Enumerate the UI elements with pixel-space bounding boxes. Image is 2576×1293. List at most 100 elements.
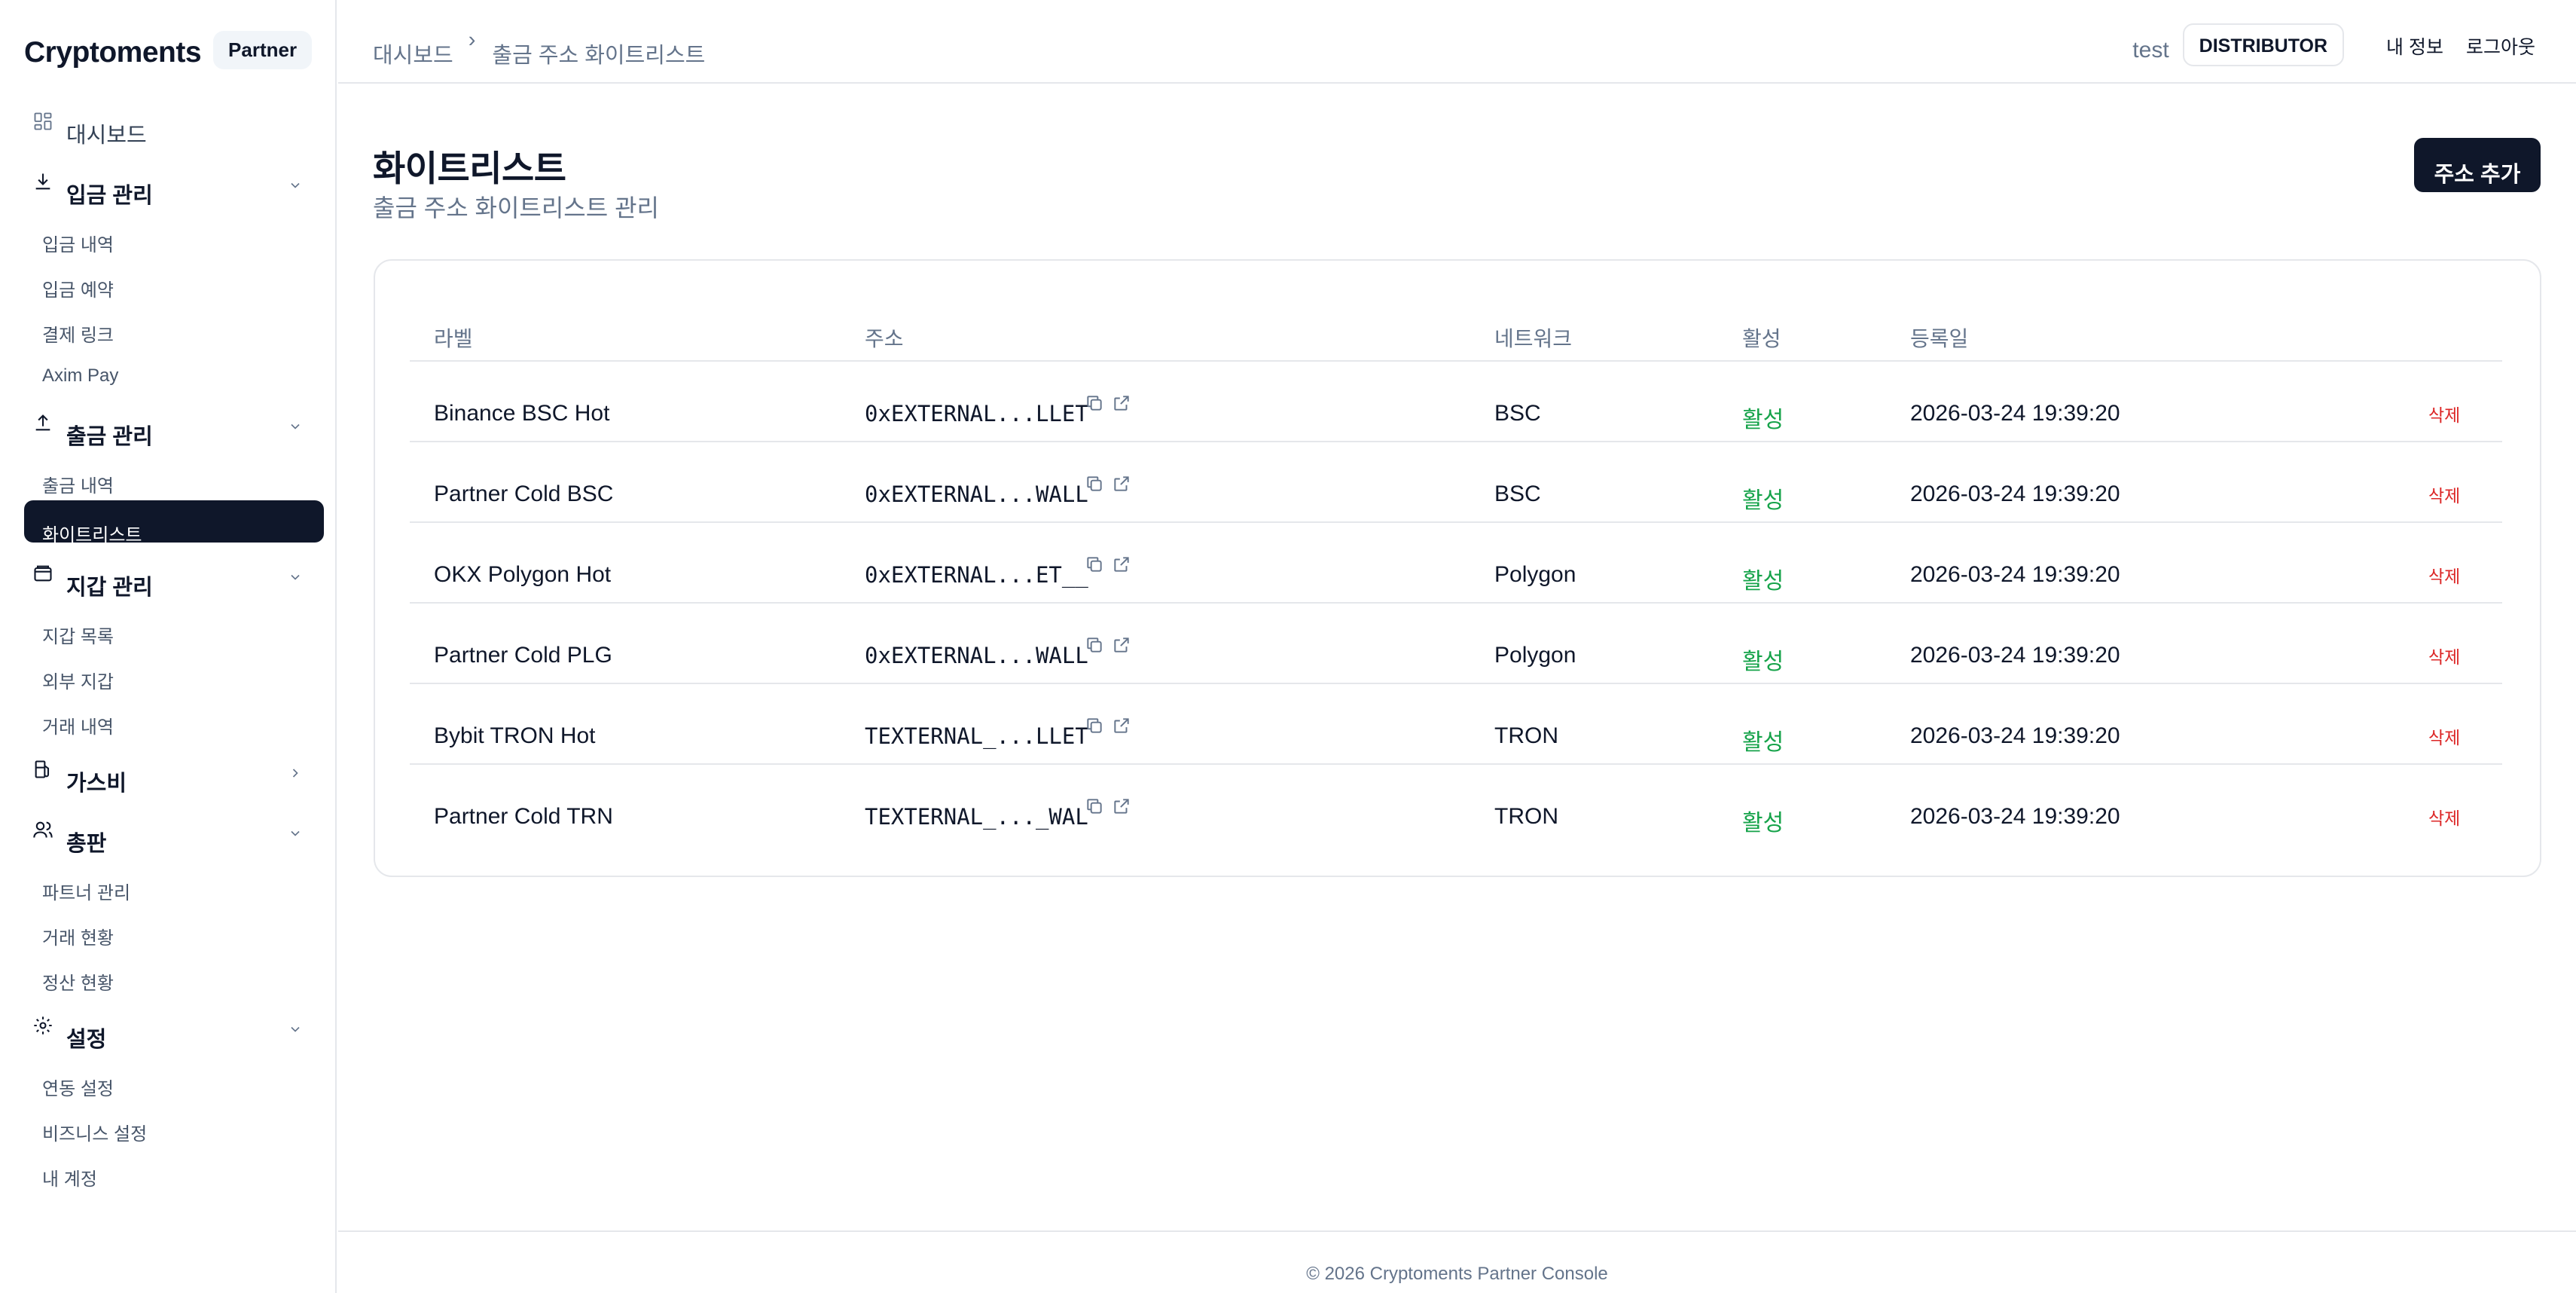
wallet-icon [30,561,56,586]
header-user-area: test DISTRIBUTOR 내 정보 로그아웃 [2132,23,2535,66]
copy-icon[interactable] [1083,392,1106,414]
table-row: Partner Cold TRN TEXTERNAL_..._WAL TRON 활성 2… [410,765,2502,845]
add-address-button[interactable]: 주소 추가 [2414,138,2541,192]
sidebar-group-gas[interactable]: 가스비 [0,753,337,799]
cell-registered: 2026-03-24 19:39:20 [1910,723,2120,748]
sidebar-group-label: 출금 관리 [66,425,153,449]
column-header-registered: 등록일 [1910,327,1969,350]
sidebar-item-label: 내 계정 [42,1169,97,1190]
table-header: 라벨 주소 네트워크 활성 등록일 [410,322,2502,362]
sidebar-item-label: Axim Pay [42,365,119,386]
cell-registered: 2026-03-24 19:39:20 [1910,804,2120,829]
external-link-icon[interactable] [1110,472,1133,495]
status-badge: 활성 [1742,569,1784,594]
logout-link[interactable]: 로그아웃 [2466,32,2535,60]
copy-icon[interactable] [1083,634,1106,656]
sidebar-item-deposit-history[interactable]: 입금 내역 [24,221,324,263]
copy-icon[interactable] [1083,553,1106,576]
sidebar: Cryptoments Partner 대시보드 입금 관리 입금 내역 입금 … [0,0,337,1293]
download-icon [30,169,56,194]
delete-button[interactable]: 삭제 [2428,643,2460,668]
sidebar-item-my-account[interactable]: 내 계정 [24,1155,324,1197]
dashboard-grid-icon [30,109,56,134]
chevron-down-icon[interactable] [285,416,306,437]
sidebar-item-integration-settings[interactable]: 연동 설정 [24,1065,324,1107]
sidebar-item-partner-management[interactable]: 파트너 관리 [24,869,324,911]
table-row: OKX Polygon Hot 0xEXTERNAL...ET__ Polygon 활… [410,523,2502,604]
chevron-down-icon[interactable] [285,567,306,588]
cell-network: Polygon [1494,643,1576,668]
gear-icon [30,1013,56,1038]
sidebar-item-label: 비즈니스 설정 [42,1124,148,1145]
top-header: 대시보드 › 출금 주소 화이트리스트 test DISTRIBUTOR 내 정… [338,0,2576,84]
column-header-network: 네트워크 [1494,327,1573,350]
chevron-down-icon[interactable] [285,1019,306,1040]
delete-button[interactable]: 삭제 [2428,401,2460,426]
external-link-icon[interactable] [1110,553,1133,576]
breadcrumb-dashboard-link[interactable]: 대시보드 [373,38,453,69]
sidebar-item-withdraw-history[interactable]: 출금 내역 [24,462,324,504]
sidebar-item-business-settings[interactable]: 비즈니스 설정 [24,1110,324,1152]
status-badge: 활성 [1742,811,1784,836]
external-link-icon[interactable] [1110,634,1133,656]
chevron-right-icon[interactable] [285,763,306,784]
username: test [2132,38,2169,63]
app-root: Cryptoments Partner 대시보드 입금 관리 입금 내역 입금 … [0,0,2576,1293]
sidebar-item-label: 결제 링크 [42,326,114,346]
brand-name: Cryptoments [24,36,202,69]
copy-icon[interactable] [1083,795,1106,818]
sidebar-group-withdraw[interactable]: 출금 관리 [0,407,337,452]
table-row: Partner Cold PLG 0xEXTERNAL...WALL Polygon… [410,604,2502,684]
delete-button[interactable]: 삭제 [2428,723,2460,749]
sidebar-item-deposit-reservation[interactable]: 입금 예약 [24,266,324,308]
my-info-link[interactable]: 내 정보 [2386,32,2443,60]
sidebar-item-external-wallet[interactable]: 외부 지갑 [24,658,324,700]
external-link-icon[interactable] [1110,392,1133,414]
cell-address: 0xEXTERNAL...ET__ [865,562,1088,588]
sidebar-item-label: 입금 내역 [42,235,114,255]
chevron-down-icon[interactable] [285,175,306,196]
sidebar-item-axim-pay[interactable]: Axim Pay [24,356,324,399]
cell-label: Partner Cold PLG [434,643,612,668]
cell-label: OKX Polygon Hot [434,562,612,587]
sidebar-item-label: 외부 지갑 [42,672,114,692]
delete-button[interactable]: 삭제 [2428,804,2460,830]
table-row: Binance BSC Hot 0xEXTERNAL...LLET BSC 활성 202… [410,362,2502,442]
status-badge: 활성 [1742,408,1784,433]
sidebar-item-label: 대시보드 [66,124,147,148]
cell-network: BSC [1494,401,1541,426]
breadcrumb-current: 출금 주소 화이트리스트 [492,44,706,68]
external-link-icon[interactable] [1110,714,1133,737]
cell-address: TEXTERNAL_..._WAL [865,804,1088,830]
sidebar-group-distributor[interactable]: 총판 [0,814,337,859]
copy-icon[interactable] [1083,472,1106,495]
cell-network: TRON [1494,804,1558,829]
sidebar-item-dashboard[interactable]: 대시보드 [0,105,337,151]
sidebar-item-transactions[interactable]: 거래 내역 [24,703,324,745]
cell-registered: 2026-03-24 19:39:20 [1910,401,2120,426]
sidebar-item-label: 출금 내역 [42,476,114,497]
cell-label: Bybit TRON Hot [434,723,596,748]
copy-icon[interactable] [1083,714,1106,737]
delete-button[interactable]: 삭제 [2428,481,2460,507]
sidebar-group-wallet[interactable]: 지갑 관리 [0,558,337,603]
sidebar-item-whitelist[interactable]: 화이트리스트 [24,500,324,546]
cell-label: Partner Cold TRN [434,804,613,829]
sidebar-group-label: 지갑 관리 [66,576,153,600]
column-header-address: 주소 [865,327,904,350]
upload-icon [30,410,56,436]
status-badge: 활성 [1742,730,1784,755]
sidebar-item-payment-link[interactable]: 결제 링크 [24,311,324,353]
sidebar-group-settings[interactable]: 설정 [0,1010,337,1055]
external-link-icon[interactable] [1110,795,1133,818]
sidebar-item-trade-status[interactable]: 거래 현황 [24,914,324,956]
fuel-pump-icon [30,757,56,782]
users-icon [30,817,56,842]
sidebar-group-deposit[interactable]: 입금 관리 [0,166,337,211]
delete-button[interactable]: 삭제 [2428,562,2460,588]
sidebar-item-settlement-status[interactable]: 정산 현황 [24,959,324,1001]
cell-network: TRON [1494,723,1558,748]
chevron-down-icon[interactable] [285,823,306,844]
sidebar-item-wallet-list[interactable]: 지갑 목록 [24,613,324,655]
cell-address: 0xEXTERNAL...LLET [865,401,1088,426]
